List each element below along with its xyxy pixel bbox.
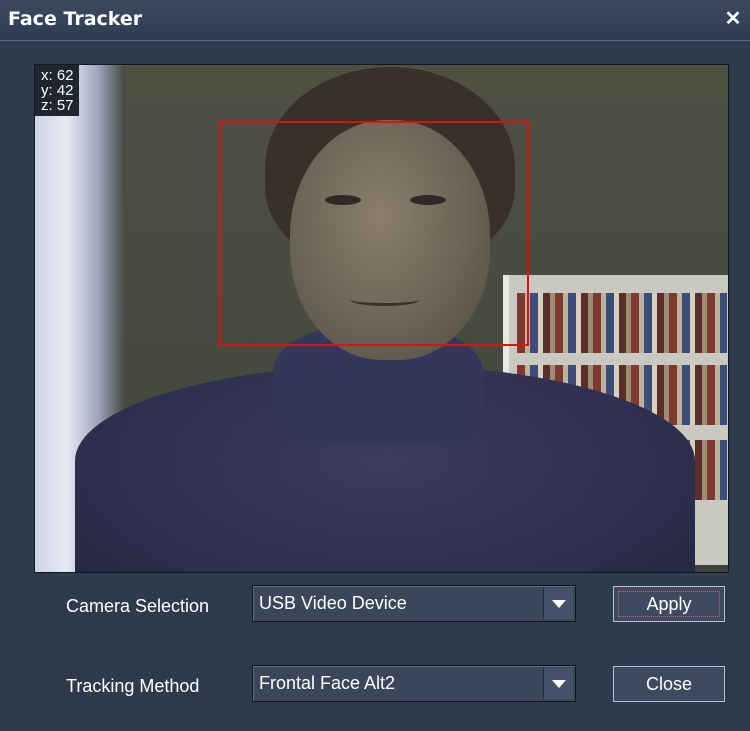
face-detection-box: [219, 121, 529, 346]
close-icon[interactable]: ✕: [722, 8, 744, 30]
coord-z: z: 57: [41, 97, 74, 114]
chevron-down-icon[interactable]: [543, 668, 573, 699]
apply-button[interactable]: Apply: [613, 586, 725, 622]
close-button-label: Close: [645, 674, 693, 694]
camera-selection-value: USB Video Device: [259, 593, 407, 613]
title-bar: Face Tracker ✕: [0, 0, 750, 41]
chevron-down-icon[interactable]: [543, 588, 573, 619]
camera-selection-dropdown[interactable]: USB Video Device: [252, 585, 576, 622]
coord-x: x: 62: [41, 67, 74, 84]
tracking-method-dropdown[interactable]: Frontal Face Alt2: [252, 665, 576, 702]
camera-selection-label: Camera Selection: [66, 596, 210, 616]
coord-y: y: 42: [41, 82, 74, 99]
focus-outline: [618, 591, 720, 617]
coordinate-readout: x: 62 y: 42 z: 57: [35, 65, 79, 116]
camera-preview: x: 62 y: 42 z: 57: [34, 64, 729, 573]
close-button[interactable]: Close: [613, 666, 725, 702]
tracking-method-value: Frontal Face Alt2: [259, 673, 396, 693]
window-title: Face Tracker: [8, 8, 143, 30]
tracking-method-label: Tracking Method: [66, 676, 200, 696]
